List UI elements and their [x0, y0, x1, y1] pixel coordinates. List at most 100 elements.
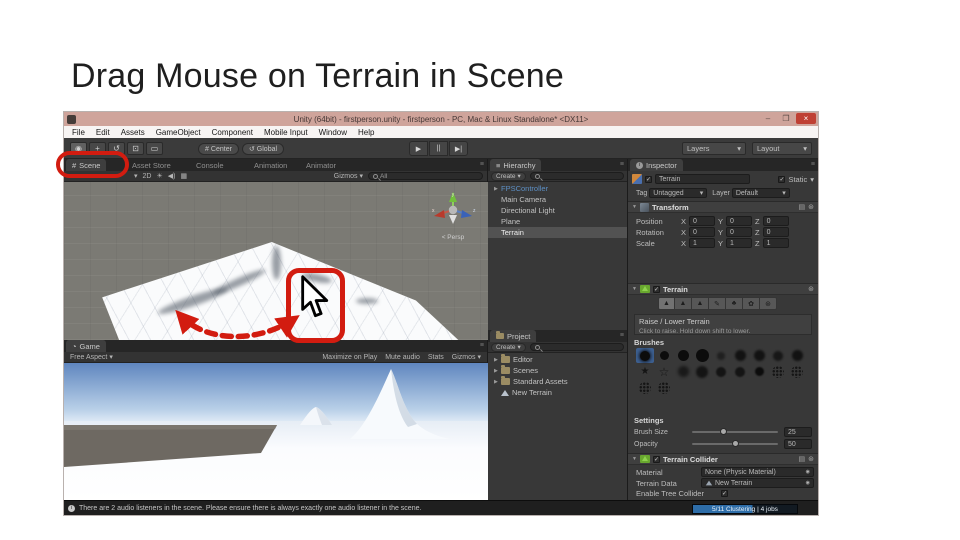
scene-orientation-gizmo[interactable]: y x z < Persp: [430, 190, 476, 241]
aspect-dropdown[interactable]: Free Aspect ▾: [70, 353, 113, 361]
slider-thumb[interactable]: [732, 440, 739, 447]
pivot-global-button[interactable]: ↺Global: [242, 143, 284, 155]
position-y-field[interactable]: 0: [726, 216, 752, 226]
tab-game[interactable]: ◔ Game: [66, 340, 106, 352]
game-viewport[interactable]: [64, 363, 488, 500]
tab-asset-store[interactable]: Asset Store: [132, 161, 171, 170]
maximize-button[interactable]: ❐: [778, 113, 794, 124]
brush-cell[interactable]: [712, 348, 730, 363]
panel-menu-icon[interactable]: ≡: [480, 342, 484, 349]
terrain-settings-tool[interactable]: ⊛: [760, 297, 777, 310]
scale-z-field[interactable]: 1: [763, 238, 789, 248]
brush-cell[interactable]: [750, 364, 768, 379]
project-create-button[interactable]: Create▾: [491, 343, 526, 352]
fold-icon[interactable]: ▼: [632, 204, 637, 210]
tab-animator[interactable]: Animator: [306, 161, 336, 170]
panel-menu-icon[interactable]: ≡: [480, 161, 484, 168]
scale-x-field[interactable]: 1: [689, 238, 715, 248]
panel-menu-icon[interactable]: ≡: [620, 161, 624, 168]
hierarchy-item-directional-light[interactable]: Directional Light: [488, 205, 627, 216]
position-x-field[interactable]: 0: [689, 216, 715, 226]
brush-cell[interactable]: [750, 348, 768, 363]
paint-details-tool[interactable]: ✿: [743, 297, 760, 310]
place-trees-tool[interactable]: ♣: [726, 297, 743, 310]
transform-component-header[interactable]: ▼ Transform ▤⊛: [628, 201, 818, 213]
brush-cell[interactable]: [769, 348, 787, 363]
scale-tool-icon[interactable]: ⊡: [127, 142, 144, 155]
project-item-standard-assets[interactable]: ▶Standard Assets: [488, 376, 627, 387]
project-item-new-terrain[interactable]: New Terrain: [488, 387, 627, 398]
scene-search-input[interactable]: All: [368, 172, 483, 180]
help-icon[interactable]: ▤: [799, 203, 806, 211]
brush-size-value-field[interactable]: 25: [784, 427, 812, 437]
expand-icon[interactable]: ▶: [494, 357, 498, 363]
game-gizmos-dropdown[interactable]: Gizmos ▾: [452, 353, 481, 361]
tab-console[interactable]: Console: [196, 161, 224, 170]
menu-window[interactable]: Window: [319, 128, 347, 137]
tab-hierarchy[interactable]: ≡ Hierarchy: [490, 159, 541, 171]
position-z-field[interactable]: 0: [763, 216, 789, 226]
gizmos-dropdown[interactable]: Gizmos ▾: [334, 172, 363, 180]
gear-icon[interactable]: ⊛: [808, 455, 814, 463]
terrain-collider-header[interactable]: ▼ ✓ Terrain Collider ▤⊛: [628, 453, 818, 465]
brush-size-slider[interactable]: [692, 431, 778, 433]
gear-icon[interactable]: ⊛: [808, 203, 814, 211]
2d-toggle[interactable]: 2D: [143, 173, 152, 180]
brush-cell[interactable]: ★: [636, 364, 654, 379]
perspective-label[interactable]: < Persp: [430, 234, 476, 241]
brush-cell[interactable]: [731, 348, 749, 363]
expand-icon[interactable]: ▶: [494, 368, 498, 374]
brush-cell[interactable]: [712, 364, 730, 379]
hierarchy-item-plane[interactable]: Plane: [488, 216, 627, 227]
step-button[interactable]: ▶|: [449, 141, 468, 156]
brush-cell[interactable]: [655, 380, 673, 395]
shaded-dropdown[interactable]: ▾: [134, 172, 138, 180]
maximize-on-play-toggle[interactable]: Maximize on Play: [322, 354, 377, 361]
brush-cell[interactable]: [693, 348, 711, 363]
menu-edit[interactable]: Edit: [96, 128, 110, 137]
expand-icon[interactable]: ▶: [494, 186, 498, 192]
opacity-slider[interactable]: [692, 443, 778, 445]
tab-project[interactable]: Project: [490, 330, 536, 342]
close-button[interactable]: ×: [796, 113, 816, 124]
rotation-x-field[interactable]: 0: [689, 227, 715, 237]
hierarchy-item-main-camera[interactable]: Main Camera: [488, 194, 627, 205]
layers-dropdown[interactable]: Layers ▾: [682, 142, 746, 155]
active-checkbox[interactable]: ✓: [645, 176, 652, 183]
terrain-enabled-checkbox[interactable]: ✓: [653, 286, 660, 293]
static-checkbox[interactable]: ✓: [778, 176, 785, 183]
panel-menu-icon[interactable]: ≡: [620, 332, 624, 339]
effects-toggle-icon[interactable]: ▦: [180, 172, 187, 180]
menu-gameobject[interactable]: GameObject: [156, 128, 201, 137]
help-icon[interactable]: ▤: [799, 455, 806, 463]
layer-dropdown[interactable]: Default▾: [732, 188, 790, 198]
status-message[interactable]: There are 2 audio listeners in the scene…: [79, 505, 421, 512]
layout-dropdown[interactable]: Layout ▾: [752, 142, 812, 155]
brush-cell[interactable]: [636, 348, 654, 363]
brush-cell[interactable]: [693, 364, 711, 379]
brush-cell[interactable]: [636, 380, 654, 395]
paint-texture-tool[interactable]: ✎: [709, 297, 726, 310]
menu-mobile-input[interactable]: Mobile Input: [264, 128, 308, 137]
terrain-component-header[interactable]: ▼ ✓ Terrain ⊛: [628, 283, 818, 295]
tab-animation[interactable]: Animation: [254, 161, 287, 170]
slider-thumb[interactable]: [720, 428, 727, 435]
brush-cell[interactable]: [674, 348, 692, 363]
menu-help[interactable]: Help: [358, 128, 374, 137]
project-item-scenes[interactable]: ▶Scenes: [488, 365, 627, 376]
smooth-height-tool[interactable]: ▲: [692, 297, 709, 310]
brush-cell[interactable]: [655, 348, 673, 363]
minimize-button[interactable]: –: [760, 113, 776, 124]
menu-assets[interactable]: Assets: [121, 128, 145, 137]
menu-component[interactable]: Component: [212, 128, 253, 137]
raise-lower-tool[interactable]: ▲: [658, 297, 675, 310]
audio-toggle-icon[interactable]: ◀): [168, 172, 176, 180]
rect-tool-icon[interactable]: ▭: [146, 142, 163, 155]
expand-icon[interactable]: ▶: [494, 379, 498, 385]
brush-cell[interactable]: [769, 364, 787, 379]
fold-icon[interactable]: ▼: [632, 456, 637, 462]
object-picker-icon[interactable]: ◉: [806, 469, 810, 475]
brush-cell[interactable]: [731, 364, 749, 379]
hierarchy-item-terrain[interactable]: Terrain: [488, 227, 627, 238]
opacity-value-field[interactable]: 50: [784, 439, 812, 449]
